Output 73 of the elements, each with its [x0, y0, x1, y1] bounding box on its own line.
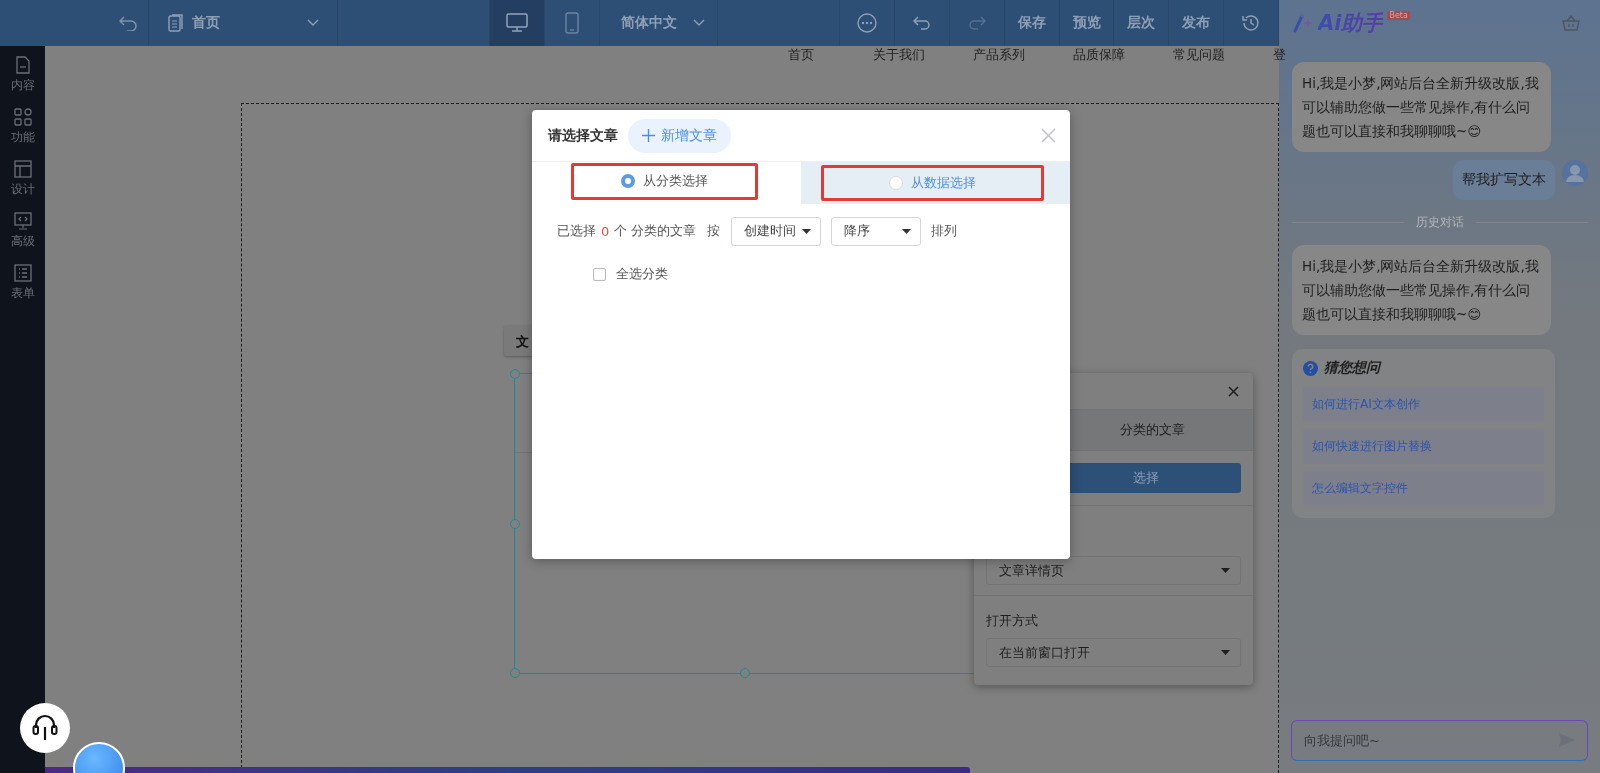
selected-count: 0 [601, 224, 610, 239]
sidebar-label: 高级 [10, 233, 35, 250]
user-message: 帮我扩写文本 [1453, 160, 1555, 200]
document-icon [168, 14, 185, 32]
site-nav-link[interactable]: 登 [1273, 46, 1330, 64]
layout-icon [13, 160, 32, 178]
sidebar-item[interactable]: 内容 [0, 56, 45, 94]
page-name: 首页 [192, 14, 221, 32]
source-tab[interactable]: 从数据选择 [801, 162, 1070, 204]
sidebar-item[interactable]: 表单 [0, 264, 45, 302]
grid-icon [13, 108, 32, 126]
tab-label: 从分类选择 [643, 172, 708, 190]
magic-wand-icon [1292, 13, 1314, 33]
avatar-icon [1562, 160, 1588, 186]
sidebar-item[interactable]: 设计 [0, 160, 45, 198]
sidebar-item[interactable]: 高级 [0, 212, 45, 250]
sort-order-dropdown[interactable]: 降序 [831, 217, 922, 246]
document-icon [13, 56, 32, 74]
radio-button[interactable] [621, 174, 635, 188]
monitor-icon [506, 13, 529, 33]
site-nav-link[interactable]: 产品系列 [973, 46, 1030, 64]
plus-icon [642, 129, 655, 142]
site-nav-link[interactable]: 首页 [788, 46, 816, 64]
site-nav-link[interactable]: 品质保障 [1073, 46, 1130, 64]
beta-badge: Beta [1387, 11, 1410, 20]
summary-label: 已选择 [557, 223, 596, 240]
undo-icon[interactable] [118, 15, 137, 31]
summary-label: 个 分类的文章 [614, 223, 697, 240]
list-icon [13, 264, 32, 282]
caret-icon [1221, 568, 1230, 573]
history-divider-label: 历史对话 [1416, 214, 1464, 231]
more-icon[interactable] [857, 13, 878, 33]
resize-handle[interactable] [740, 668, 750, 678]
dialog-title: 请选择文章 [548, 126, 618, 145]
resize-handle[interactable] [510, 518, 520, 529]
headset-icon [32, 714, 58, 742]
suggestion-title: 猜您想问 [1324, 359, 1380, 377]
desktop-view-button[interactable] [490, 0, 546, 46]
checkbox[interactable] [593, 268, 606, 281]
open-mode-dropdown[interactable]: 在当前窗口打开 [986, 638, 1241, 667]
chevron-icon [693, 19, 706, 27]
tab-label: 从数据选择 [911, 174, 976, 192]
basket-icon[interactable] [1562, 15, 1580, 31]
sidebar-label: 设计 [10, 181, 35, 198]
summary-text: 分类的文章 [1120, 421, 1185, 439]
help-icon [1303, 360, 1318, 376]
sidebar-label: 功能 [10, 129, 35, 146]
language-name: 简体中文 [621, 14, 678, 32]
sidebar-item[interactable]: 功能 [0, 108, 45, 146]
code-monitor-icon [13, 212, 32, 230]
caret-icon [902, 229, 912, 234]
chat-message: Hi,我是小梦,网站后台全新升级改版,我可以辅助您做一些常见操作,有什么问题也可以直接和我聊聊哦~😊 [1292, 245, 1551, 335]
field-label: 打开方式 [986, 612, 1039, 630]
close-icon[interactable] [1228, 385, 1239, 397]
history-icon[interactable] [1241, 13, 1262, 33]
sort-label: 排列 [931, 223, 958, 240]
chat-message: Hi,我是小梦,网站后台全新升级改版,我可以辅助您做一些常见操作,有什么问题也可以直接和我聊聊哦~😊 [1292, 62, 1551, 152]
undo-icon[interactable] [912, 16, 931, 30]
phone-icon [565, 12, 580, 34]
sort-label: 按 [707, 223, 721, 240]
add-article-button[interactable]: 新增文章 [628, 118, 731, 153]
sidebar-label: 表单 [10, 285, 35, 302]
caret-icon [1221, 650, 1230, 655]
site-nav-link[interactable]: 常见问题 [1173, 46, 1230, 64]
chevron-icon [306, 19, 319, 27]
sidebar-label: 内容 [10, 77, 35, 94]
site-nav-link[interactable]: 关于我们 [873, 46, 930, 64]
question-field[interactable]: 向我提问吧~ [1291, 720, 1588, 761]
resize-handle[interactable] [510, 369, 520, 379]
checkbox-label: 全选分类 [616, 266, 668, 283]
sort-field-dropdown[interactable]: 创建时间 [731, 217, 822, 246]
caret-icon [802, 229, 812, 234]
resize-handle[interactable] [510, 668, 520, 678]
